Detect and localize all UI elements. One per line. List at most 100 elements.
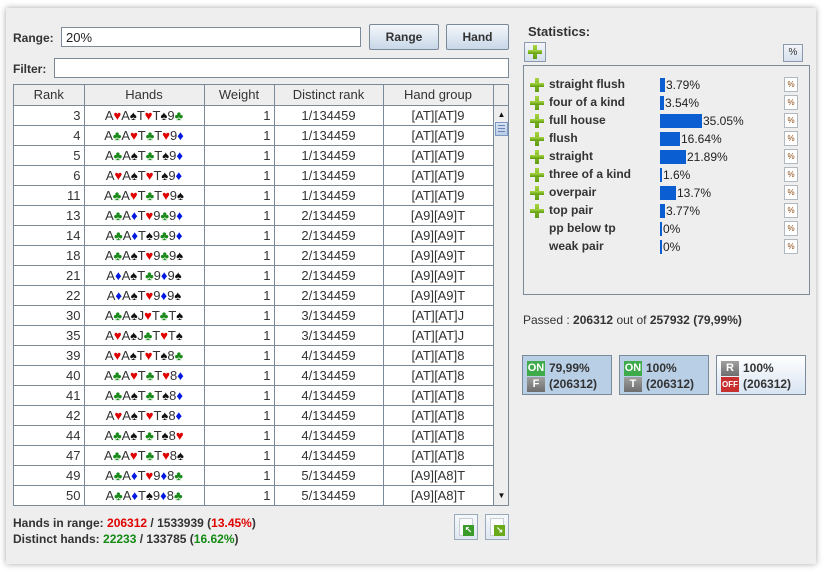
import-button[interactable]: ↖ [454, 514, 478, 540]
column-header-hand-group[interactable]: Hand group [383, 85, 494, 106]
statistic-percent-button[interactable]: % [784, 167, 798, 182]
table-row[interactable]: 49 A♣A♦T♥9♦8♣ 1 5/134459 [A9][A8]T [14, 465, 494, 486]
column-header-rank[interactable]: Rank [14, 85, 85, 106]
hand-group-cell: [AT][AT]9 [383, 185, 494, 206]
table-row[interactable]: 13 A♣A♦T♥9♣9♦ 1 2/134459 [A9][A9]T [14, 205, 494, 226]
table-row[interactable]: 18 A♣A♠T♥9♣9♠ 1 2/134459 [A9][A9]T [14, 245, 494, 266]
range-button[interactable]: Range [369, 24, 439, 50]
hand-group-cell: [AT][AT]8 [383, 405, 494, 426]
expand-plus-icon[interactable] [530, 204, 544, 218]
statistic-name: top pair [549, 203, 593, 217]
column-header-hands[interactable]: Hands [84, 85, 205, 106]
heart-icon: ♥ [144, 347, 153, 363]
distinct-rank-cell: 4/134459 [274, 405, 384, 426]
table-row[interactable]: 22 A♦A♠T♥9♦9♠ 1 2/134459 [A9][A9]T [14, 285, 494, 306]
statistic-percent-button[interactable]: % [784, 203, 798, 218]
statistic-bar [660, 150, 686, 164]
expand-plus-icon[interactable] [530, 96, 544, 110]
table-row[interactable]: 41 A♣A♠T♣T♠8♦ 1 4/134459 [AT][AT]8 [14, 385, 494, 406]
export-button[interactable]: ↘ [485, 514, 509, 540]
table-row[interactable]: 44 A♣A♠T♣T♠8♥ 1 4/134459 [AT][AT]8 [14, 425, 494, 446]
rank-cell: 49 [14, 465, 85, 486]
statistic-percent-button[interactable]: % [784, 77, 798, 92]
card-rank: T [137, 187, 146, 203]
card-rank: A [121, 127, 131, 143]
club-icon: ♣ [145, 147, 155, 163]
diamond-icon: ♦ [177, 127, 184, 143]
rank-cell: 5 [14, 145, 85, 166]
club-icon: ♣ [145, 187, 155, 203]
expand-plus-icon[interactable] [530, 114, 544, 128]
hand-cell: A♣A♦T♥9♦8♣ [84, 465, 205, 486]
table-row[interactable]: 4 A♣A♥T♣T♥9♦ 1 1/134459 [AT][AT]9 [14, 125, 494, 146]
table-row[interactable]: 21 A♦A♠T♣9♦9♠ 1 2/134459 [A9][A9]T [14, 265, 494, 286]
club-icon: ♣ [145, 127, 155, 143]
statistic-percent-button[interactable]: % [784, 95, 798, 110]
statistic-percent-button[interactable]: % [784, 113, 798, 128]
hand-cell: A♣A♦T♠9♦8♣ [84, 485, 205, 505]
distinct-rank-cell: 1/134459 [274, 125, 384, 146]
filter-input[interactable] [54, 58, 509, 78]
club-icon: ♣ [174, 467, 183, 483]
expand-plus-icon[interactable] [530, 168, 544, 182]
hand-group-cell: [A9][A9]T [383, 265, 494, 286]
table-row[interactable]: 30 A♣A♠J♥T♣T♠ 1 3/134459 [AT][AT]J [14, 305, 494, 326]
spade-icon: ♠ [130, 407, 138, 423]
column-header-weight[interactable]: Weight [204, 85, 275, 106]
card-rank: A [121, 107, 130, 123]
percent-toggle-button[interactable]: % [783, 44, 803, 62]
statistic-percent-button[interactable]: % [784, 221, 798, 236]
card-rank: 8 [169, 447, 178, 463]
hand-cell: A♣A♥T♣T♥9♦ [84, 125, 205, 146]
scrollbar-header-corner [494, 85, 508, 106]
table-row[interactable]: 40 A♣A♥T♣T♥8♦ 1 4/134459 [AT][AT]8 [14, 365, 494, 386]
card-rank: T [137, 427, 146, 443]
expand-plus-icon[interactable] [530, 132, 544, 146]
range-input[interactable] [61, 27, 361, 47]
statistic-percent-button[interactable]: % [784, 131, 798, 146]
expand-plus-icon[interactable] [530, 186, 544, 200]
spade-icon: ♠ [129, 347, 137, 363]
table-row[interactable]: 11 A♣A♥T♣T♥9♠ 1 1/134459 [AT][AT]9 [14, 185, 494, 206]
table-row[interactable]: 14 A♣A♦T♠9♣9♦ 1 2/134459 [A9][A9]T [14, 225, 494, 246]
card-rank: 9 [153, 207, 161, 223]
rank-cell: 21 [14, 265, 85, 286]
filter-percent: 100% [743, 361, 774, 375]
table-row[interactable]: 5 A♣A♠T♣T♠9♦ 1 1/134459 [AT][AT]9 [14, 145, 494, 166]
table-row[interactable]: 50 A♣A♦T♠9♦8♣ 1 5/134459 [A9][A8]T [14, 485, 494, 505]
statistic-percent-button[interactable]: % [784, 149, 798, 164]
filter-tile-river[interactable]: R OFF 100% (206312) [716, 355, 806, 395]
table-row[interactable]: 47 A♣A♥T♣T♥8♠ 1 4/134459 [AT][AT]8 [14, 445, 494, 466]
card-rank: A [122, 387, 131, 403]
column-header-distinct-rank[interactable]: Distinct rank [274, 85, 384, 106]
filter-tile-turn[interactable]: ON T 100% (206312) [619, 355, 709, 395]
statistic-percent-button[interactable]: % [784, 185, 798, 200]
statistic-percent-button[interactable]: % [784, 239, 798, 254]
table-row[interactable]: 42 A♥A♠T♥T♠8♦ 1 4/134459 [AT][AT]8 [14, 405, 494, 426]
filter-label: Filter: [13, 62, 47, 76]
club-icon: ♣ [143, 327, 153, 343]
expand-plus-icon[interactable] [530, 78, 544, 92]
hand-group-cell: [AT][AT]8 [383, 345, 494, 366]
scroll-down-arrow-icon[interactable]: ▼ [494, 489, 508, 503]
table-scrollbar[interactable]: ▲ ▼ [493, 85, 508, 505]
diamond-icon: ♦ [175, 227, 183, 243]
card-rank: T [137, 447, 146, 463]
table-row[interactable]: 6 A♥A♠T♥T♠9♦ 1 1/134459 [AT][AT]9 [14, 165, 494, 186]
distinct-rank-cell: 1/134459 [274, 185, 384, 206]
statistic-name: flush [549, 131, 578, 145]
table-row[interactable]: 39 A♥A♠T♥T♠8♣ 1 4/134459 [AT][AT]8 [14, 345, 494, 366]
statistic-row: top pair 3.77%% [524, 202, 809, 220]
hand-button[interactable]: Hand [446, 24, 509, 50]
heart-icon: ♥ [160, 327, 168, 343]
expand-plus-icon[interactable] [530, 150, 544, 164]
diamond-icon: ♦ [131, 487, 138, 503]
scroll-up-arrow-icon[interactable]: ▲ [494, 108, 508, 122]
scrollbar-thumb[interactable] [495, 122, 508, 136]
hand-group-cell: [AT][AT]9 [383, 105, 494, 126]
club-icon: ♣ [113, 427, 122, 443]
expand-all-button[interactable] [524, 42, 546, 62]
table-row[interactable]: 3 A♥A♠T♥T♠9♣ 1 1/134459 [AT][AT]9 [14, 105, 494, 126]
table-row[interactable]: 35 A♥A♠J♣T♥T♠ 1 3/134459 [AT][AT]J [14, 325, 494, 346]
filter-tile-flop[interactable]: ON F 79,99% (206312) [522, 355, 612, 395]
